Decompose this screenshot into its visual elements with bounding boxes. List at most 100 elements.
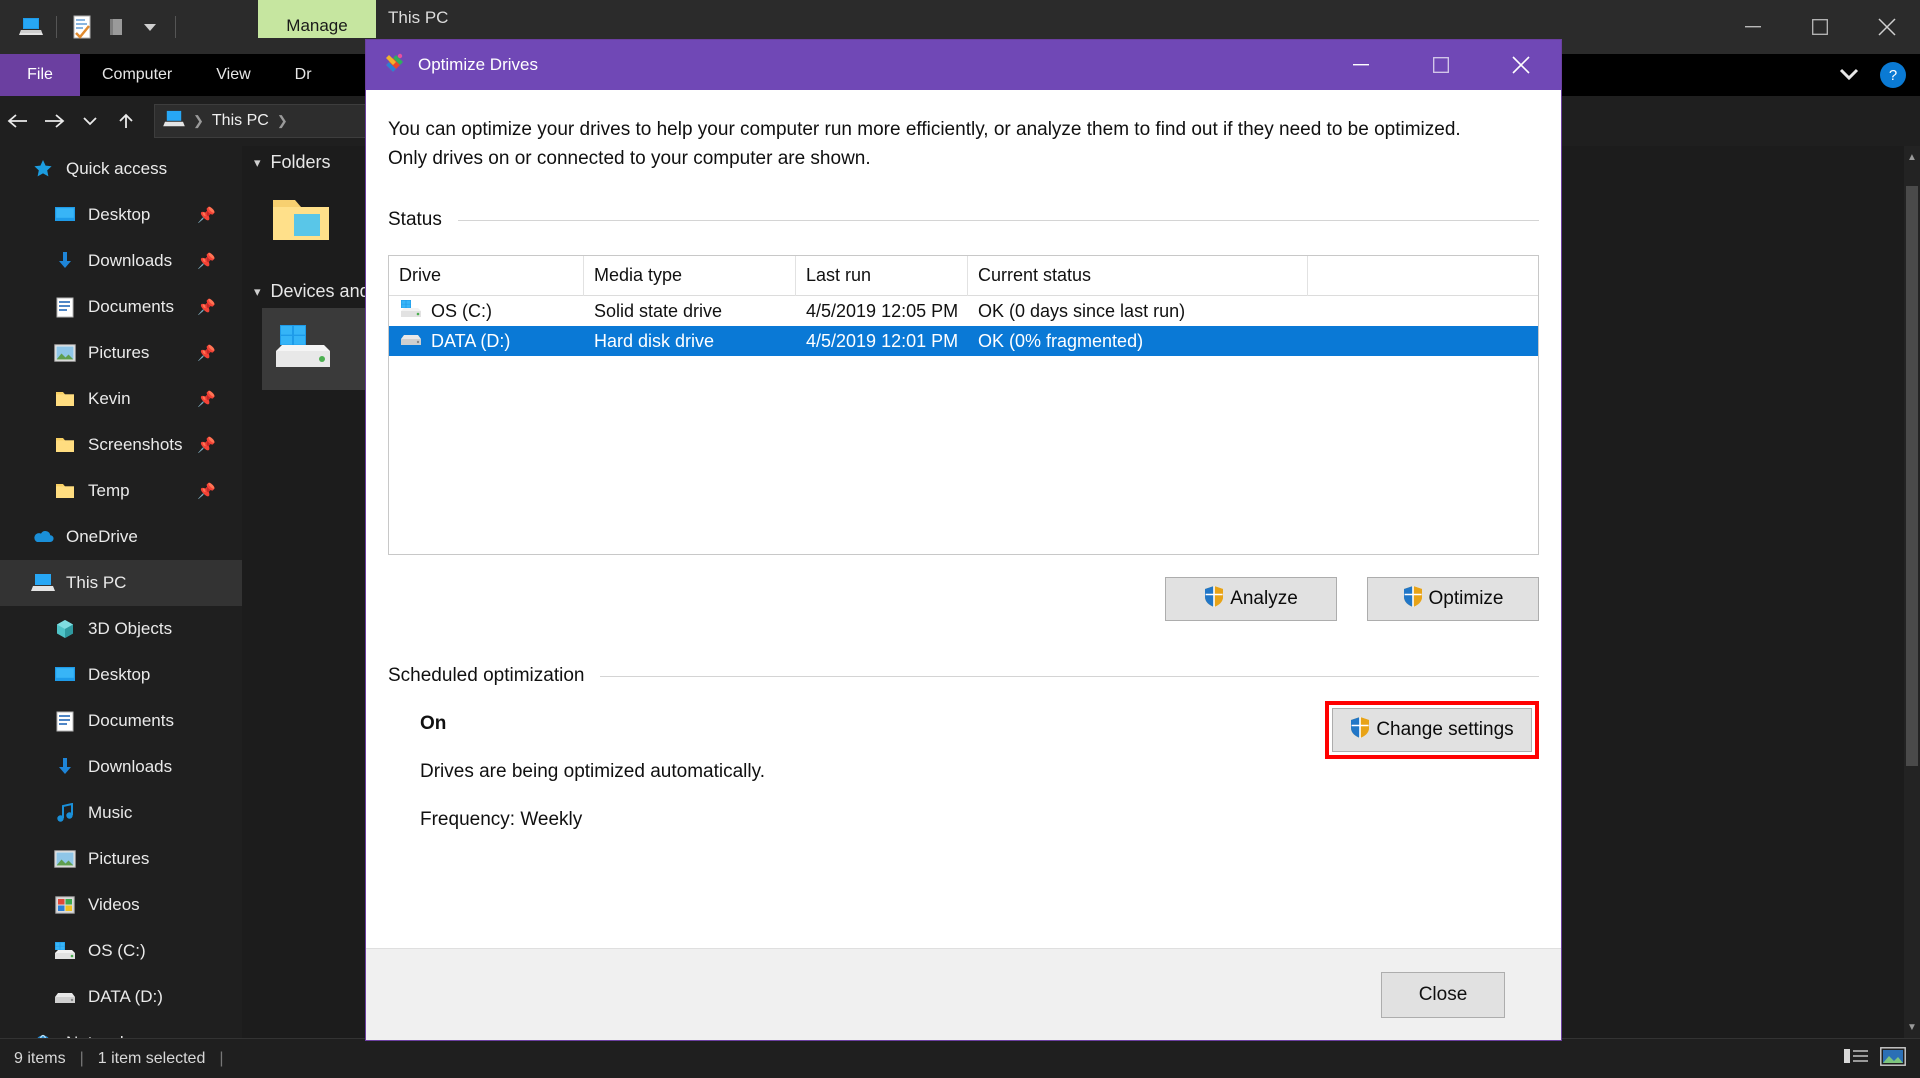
recent-locations-icon[interactable] bbox=[72, 103, 108, 139]
cell-drive-label: OS (C:) bbox=[431, 300, 492, 321]
analyze-button[interactable]: Analyze bbox=[1165, 577, 1337, 621]
this-pc-icon[interactable] bbox=[14, 10, 48, 44]
pictures-icon bbox=[52, 342, 78, 364]
tab-file[interactable]: File bbox=[0, 54, 80, 96]
column-header-current-status[interactable]: Current status bbox=[968, 255, 1308, 296]
cell-drive-label: DATA (D:) bbox=[431, 330, 511, 351]
sidebar-item-3d-objects[interactable]: 3D Objects bbox=[0, 606, 242, 652]
documents-icon bbox=[52, 710, 78, 732]
dialog-maximize-icon[interactable] bbox=[1401, 40, 1481, 90]
navigation-pane[interactable]: Quick access Desktop 📌 Downloads 📌 Documents 📌… bbox=[0, 146, 242, 1038]
chevron-down-icon[interactable]: ▾ bbox=[254, 284, 261, 300]
pictures-icon bbox=[52, 848, 78, 870]
customize-dropdown-icon[interactable] bbox=[133, 10, 167, 44]
sidebar-item-data-d[interactable]: DATA (D:) bbox=[0, 974, 242, 1020]
uac-shield-icon bbox=[1403, 585, 1423, 613]
sidebar-item-label: OS (C:) bbox=[88, 941, 146, 960]
section-rule bbox=[600, 675, 1539, 677]
column-header-media-type[interactable]: Media type bbox=[584, 255, 796, 296]
chevron-down-icon[interactable] bbox=[1828, 65, 1870, 86]
column-header-drive[interactable]: Drive bbox=[389, 255, 584, 296]
hard-drive-icon bbox=[52, 986, 78, 1008]
group-label: Folders bbox=[270, 152, 331, 172]
sidebar-item-videos[interactable]: Videos bbox=[0, 882, 242, 928]
sidebar-item-onedrive[interactable]: OneDrive bbox=[0, 514, 242, 560]
scroll-up-icon[interactable]: ▲ bbox=[1904, 146, 1920, 168]
help-icon[interactable]: ? bbox=[1880, 62, 1906, 88]
sidebar-item-pictures[interactable]: Pictures 📌 bbox=[0, 330, 242, 376]
new-folder-icon[interactable] bbox=[99, 10, 133, 44]
sidebar-item-screenshots[interactable]: Screenshots 📌 bbox=[0, 422, 242, 468]
sidebar-item-pictures[interactable]: Pictures bbox=[0, 836, 242, 882]
close-button[interactable]: Close bbox=[1381, 971, 1505, 1018]
large-icons-view-icon[interactable] bbox=[1880, 1046, 1906, 1071]
os-drive-icon bbox=[52, 940, 78, 962]
pin-icon[interactable]: 📌 bbox=[197, 298, 216, 316]
sidebar-item-this-pc[interactable]: This PC bbox=[0, 560, 242, 606]
sidebar-item-quick-access[interactable]: Quick access bbox=[0, 146, 242, 192]
tab-computer[interactable]: Computer bbox=[80, 54, 194, 96]
forward-arrow-icon[interactable] bbox=[36, 103, 72, 139]
sidebar-item-desktop[interactable]: Desktop 📌 bbox=[0, 192, 242, 238]
close-icon[interactable] bbox=[1853, 0, 1920, 54]
sidebar-item-documents[interactable]: Documents 📌 bbox=[0, 284, 242, 330]
dialog-title-bar[interactable]: Optimize Drives bbox=[366, 40, 1561, 90]
dialog-minimize-icon[interactable] bbox=[1321, 40, 1401, 90]
pin-icon[interactable]: 📌 bbox=[197, 390, 216, 408]
pin-icon[interactable]: 📌 bbox=[197, 252, 216, 270]
sidebar-item-label: Documents bbox=[88, 297, 174, 316]
analyze-button-label: Analyze bbox=[1230, 588, 1298, 609]
tab-drive-tools[interactable]: Dr bbox=[273, 54, 334, 96]
breadcrumb-this-pc[interactable]: This PC bbox=[212, 112, 269, 130]
minimize-icon[interactable] bbox=[1719, 0, 1786, 54]
scheduled-optimization-section: Scheduled optimization On Drives are bei… bbox=[388, 665, 1539, 831]
cell-media-type: Solid state drive bbox=[594, 300, 723, 321]
sidebar-item-documents[interactable]: Documents bbox=[0, 698, 242, 744]
optimize-drives-icon bbox=[382, 51, 406, 80]
tab-view[interactable]: View bbox=[194, 54, 272, 96]
dialog-footer: Close bbox=[366, 948, 1561, 1040]
sidebar-item-label: Quick access bbox=[66, 159, 168, 178]
maximize-icon[interactable] bbox=[1786, 0, 1853, 54]
sidebar-scrollbar[interactable]: ▲ ▼ bbox=[1904, 146, 1920, 1038]
contextual-tab-manage[interactable]: Manage bbox=[258, 0, 376, 38]
scroll-down-icon[interactable]: ▼ bbox=[1904, 1016, 1920, 1038]
scrollbar-thumb[interactable] bbox=[1906, 186, 1918, 766]
pin-icon[interactable]: 📌 bbox=[197, 206, 216, 224]
pin-icon[interactable]: 📌 bbox=[197, 482, 216, 500]
sidebar-item-network[interactable]: Network bbox=[0, 1020, 242, 1038]
breadcrumb-separator-2[interactable]: ❯ bbox=[277, 113, 288, 129]
status-divider-2: | bbox=[219, 1049, 224, 1067]
sidebar-item-downloads[interactable]: Downloads 📌 bbox=[0, 238, 242, 284]
back-arrow-icon[interactable] bbox=[0, 103, 36, 139]
dialog-close-icon[interactable] bbox=[1481, 40, 1561, 90]
table-row[interactable]: OS (C:) Solid state drive 4/5/2019 12:05 P… bbox=[389, 296, 1538, 326]
drives-table[interactable]: Drive Media type Last run Current status… bbox=[388, 255, 1539, 555]
change-settings-button-label: Change settings bbox=[1376, 719, 1514, 740]
column-header-last-run[interactable]: Last run bbox=[796, 255, 968, 296]
sidebar-item-desktop[interactable]: Desktop bbox=[0, 652, 242, 698]
os-drive-icon bbox=[399, 299, 423, 324]
properties-icon[interactable] bbox=[65, 10, 99, 44]
documents-icon bbox=[52, 296, 78, 318]
dialog-intro-text: You can optimize your drives to help you… bbox=[388, 119, 1461, 169]
scheduled-description: Drives are being optimized automatically… bbox=[420, 761, 765, 782]
pin-icon[interactable]: 📌 bbox=[197, 344, 216, 362]
chevron-down-icon[interactable]: ▾ bbox=[254, 155, 261, 171]
change-settings-button[interactable]: Change settings bbox=[1332, 708, 1532, 752]
star-icon bbox=[30, 158, 56, 180]
sidebar-item-downloads[interactable]: Downloads bbox=[0, 744, 242, 790]
sidebar-item-music[interactable]: Music bbox=[0, 790, 242, 836]
uac-shield-icon bbox=[1350, 716, 1370, 744]
sidebar-item-temp[interactable]: Temp 📌 bbox=[0, 468, 242, 514]
sidebar-item-kevin[interactable]: Kevin 📌 bbox=[0, 376, 242, 422]
table-header-row: Drive Media type Last run Current status bbox=[389, 255, 1538, 296]
breadcrumb-separator: ❯ bbox=[193, 113, 204, 128]
table-row[interactable]: DATA (D:) Hard disk drive 4/5/2019 12:01 P… bbox=[389, 326, 1538, 356]
optimize-button[interactable]: Optimize bbox=[1367, 577, 1539, 621]
up-arrow-icon[interactable] bbox=[108, 103, 144, 139]
pin-icon[interactable]: 📌 bbox=[197, 436, 216, 454]
sidebar-item-os-c[interactable]: OS (C:) bbox=[0, 928, 242, 974]
details-view-icon[interactable] bbox=[1844, 1047, 1868, 1070]
desktop-icon bbox=[52, 664, 78, 686]
